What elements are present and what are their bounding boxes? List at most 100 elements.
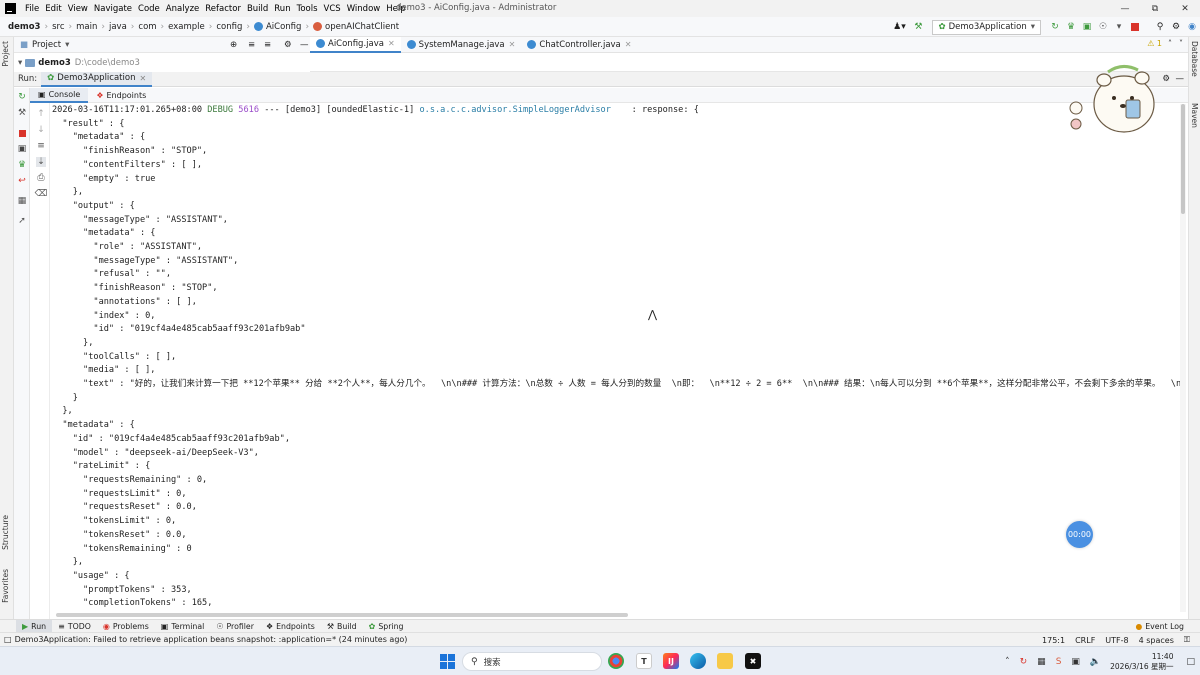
- status-message[interactable]: □ Demo3Application: Failed to retrieve a…: [0, 635, 407, 644]
- menu-vcs[interactable]: VCS: [321, 4, 344, 14]
- hide-panel-icon[interactable]: —: [300, 40, 309, 50]
- close-icon[interactable]: ✕: [509, 40, 516, 49]
- profile-icon[interactable]: ☉: [1096, 20, 1110, 34]
- tool-tab-profiler[interactable]: ☉ Profiler: [210, 620, 260, 633]
- chevron-down-icon[interactable]: ▾: [65, 40, 69, 50]
- scrollbar-thumb[interactable]: [56, 613, 628, 617]
- tool-tab-run[interactable]: ▶ Run: [16, 619, 53, 633]
- database-tool-tab[interactable]: Database: [1190, 41, 1199, 77]
- locate-icon[interactable]: ⊕: [230, 40, 237, 50]
- windows-start-icon[interactable]: [440, 654, 455, 669]
- taskbar-search-input[interactable]: ⚲ 搜索: [462, 652, 602, 671]
- close-icon[interactable]: ✕: [139, 74, 146, 83]
- lock-icon[interactable]: ⚿: [1184, 635, 1190, 645]
- structure-tool-tab[interactable]: Structure: [1, 515, 10, 550]
- debug-icon[interactable]: ♛: [1064, 20, 1078, 34]
- menu-run[interactable]: Run: [271, 4, 293, 14]
- hammer-icon[interactable]: ⚒: [911, 20, 925, 34]
- camera-icon[interactable]: ▣: [17, 144, 27, 154]
- console-vertical-scrollbar[interactable]: [1180, 104, 1186, 612]
- tool-tab-build[interactable]: ⚒ Build: [321, 620, 363, 633]
- chevron-up-icon[interactable]: ˄: [1168, 39, 1172, 48]
- minimize-icon[interactable]: —: [1110, 0, 1140, 17]
- breadcrumb-class[interactable]: AiConfig: [252, 22, 303, 32]
- tool-tab-todo[interactable]: ≡ TODO: [52, 620, 97, 633]
- breadcrumb-example[interactable]: example: [166, 22, 207, 32]
- menu-edit[interactable]: Edit: [42, 4, 64, 14]
- edge-icon[interactable]: [690, 653, 706, 669]
- tool-tab-spring[interactable]: ✿ Spring: [363, 620, 410, 633]
- wrench-icon[interactable]: ⚒: [17, 108, 27, 118]
- user-icon[interactable]: ♟▾: [889, 20, 909, 34]
- favorites-tool-tab[interactable]: Favorites: [1, 569, 10, 603]
- pin-icon[interactable]: ➚: [17, 216, 27, 226]
- close-icon[interactable]: ✕: [1170, 0, 1200, 17]
- project-view-select[interactable]: Project: [32, 40, 61, 50]
- menu-build[interactable]: Build: [244, 4, 271, 14]
- tab-console[interactable]: ▣ Console: [30, 87, 89, 103]
- menu-tools[interactable]: Tools: [294, 4, 321, 14]
- breadcrumb-com[interactable]: com: [136, 22, 158, 32]
- scrollbar-thumb[interactable]: [1181, 104, 1185, 214]
- chevron-down-icon[interactable]: ▾: [18, 58, 22, 68]
- rerun-icon[interactable]: ↻: [17, 92, 27, 102]
- file-encoding[interactable]: UTF-8: [1105, 636, 1128, 645]
- collapse-all-icon[interactable]: ≡: [264, 40, 271, 50]
- print-icon[interactable]: ⎙: [36, 173, 46, 183]
- breadcrumb-config[interactable]: config: [214, 22, 244, 32]
- editor-tab-chatcontroller[interactable]: ChatController.java ✕: [521, 37, 637, 53]
- layout-icon[interactable]: ▦: [17, 196, 27, 206]
- more-run-icon[interactable]: ▾: [1112, 20, 1126, 34]
- chevron-down-icon[interactable]: ˅: [1179, 39, 1183, 48]
- menu-refactor[interactable]: Refactor: [202, 4, 244, 14]
- menu-analyze[interactable]: Analyze: [163, 4, 203, 14]
- debug-icon[interactable]: ♛: [17, 160, 27, 170]
- project-tool-tab[interactable]: Project: [1, 41, 10, 67]
- console-horizontal-scrollbar[interactable]: [52, 612, 1180, 618]
- console-output[interactable]: 2026-03-16T11:17:01.265+08:00 DEBUG 5616…: [52, 104, 1180, 612]
- editor-warnings[interactable]: ⚠ 1: [1147, 39, 1162, 48]
- chevron-up-icon[interactable]: ˄: [1005, 657, 1010, 667]
- stop-icon[interactable]: [17, 128, 27, 138]
- coverage-icon[interactable]: ▣: [1080, 20, 1094, 34]
- editor-tab-systemmanage[interactable]: SystemManage.java ✕: [401, 37, 522, 53]
- editor-tab-aiconfig[interactable]: AiConfig.java ✕: [310, 36, 401, 53]
- indent-setting[interactable]: 4 spaces: [1139, 636, 1174, 645]
- input-method-icon[interactable]: S: [1056, 657, 1062, 667]
- exit-icon[interactable]: ↩: [17, 176, 27, 186]
- caret-position[interactable]: 175:1: [1042, 636, 1065, 645]
- tool-tab-terminal[interactable]: ▣ Terminal: [155, 620, 211, 633]
- close-icon[interactable]: ✕: [625, 40, 632, 49]
- breadcrumb-java[interactable]: java: [107, 22, 129, 32]
- menu-file[interactable]: File: [22, 4, 42, 14]
- menu-view[interactable]: View: [65, 4, 91, 14]
- volume-icon[interactable]: 🔈: [1090, 657, 1101, 667]
- rerun-icon[interactable]: ↻: [1048, 20, 1062, 34]
- arrow-up-icon[interactable]: ↑: [36, 109, 46, 119]
- maven-tool-tab[interactable]: Maven: [1190, 103, 1199, 128]
- scroll-to-end-icon[interactable]: ⇣: [36, 157, 46, 167]
- settings-icon[interactable]: ⚙: [1169, 20, 1183, 34]
- breadcrumb-method[interactable]: openAIChatClient: [311, 22, 401, 32]
- menu-window[interactable]: Window: [344, 4, 384, 14]
- run-tab-demo3application[interactable]: ✿ Demo3Application ✕: [41, 71, 153, 87]
- soft-wrap-icon[interactable]: ≡: [36, 141, 46, 151]
- taskbar-clock[interactable]: 11:40 2026/3/16 星期一: [1110, 652, 1173, 672]
- expand-all-icon[interactable]: ≡: [248, 40, 255, 50]
- intellij-taskbar-icon[interactable]: IJ: [663, 653, 679, 669]
- trash-icon[interactable]: ⌫: [35, 189, 48, 199]
- typora-icon[interactable]: T: [636, 653, 652, 669]
- search-everywhere-icon[interactable]: ⚲: [1153, 20, 1167, 34]
- tool-tab-problems[interactable]: ◉ Problems: [97, 620, 155, 633]
- hide-panel-icon[interactable]: —: [1176, 74, 1185, 84]
- notification-icon[interactable]: □: [1186, 657, 1195, 667]
- gear-icon[interactable]: ⚙: [284, 40, 292, 50]
- arrow-down-icon[interactable]: ↓: [36, 125, 46, 135]
- capcut-icon[interactable]: ✖: [745, 653, 761, 669]
- chrome-icon[interactable]: [608, 653, 624, 669]
- ime-icon[interactable]: ▦: [1037, 657, 1046, 667]
- file-explorer-icon[interactable]: [717, 653, 733, 669]
- ide-logo-icon[interactable]: ◉: [1185, 20, 1199, 34]
- restore-icon[interactable]: ⧉: [1140, 0, 1170, 17]
- menu-code[interactable]: Code: [135, 4, 163, 14]
